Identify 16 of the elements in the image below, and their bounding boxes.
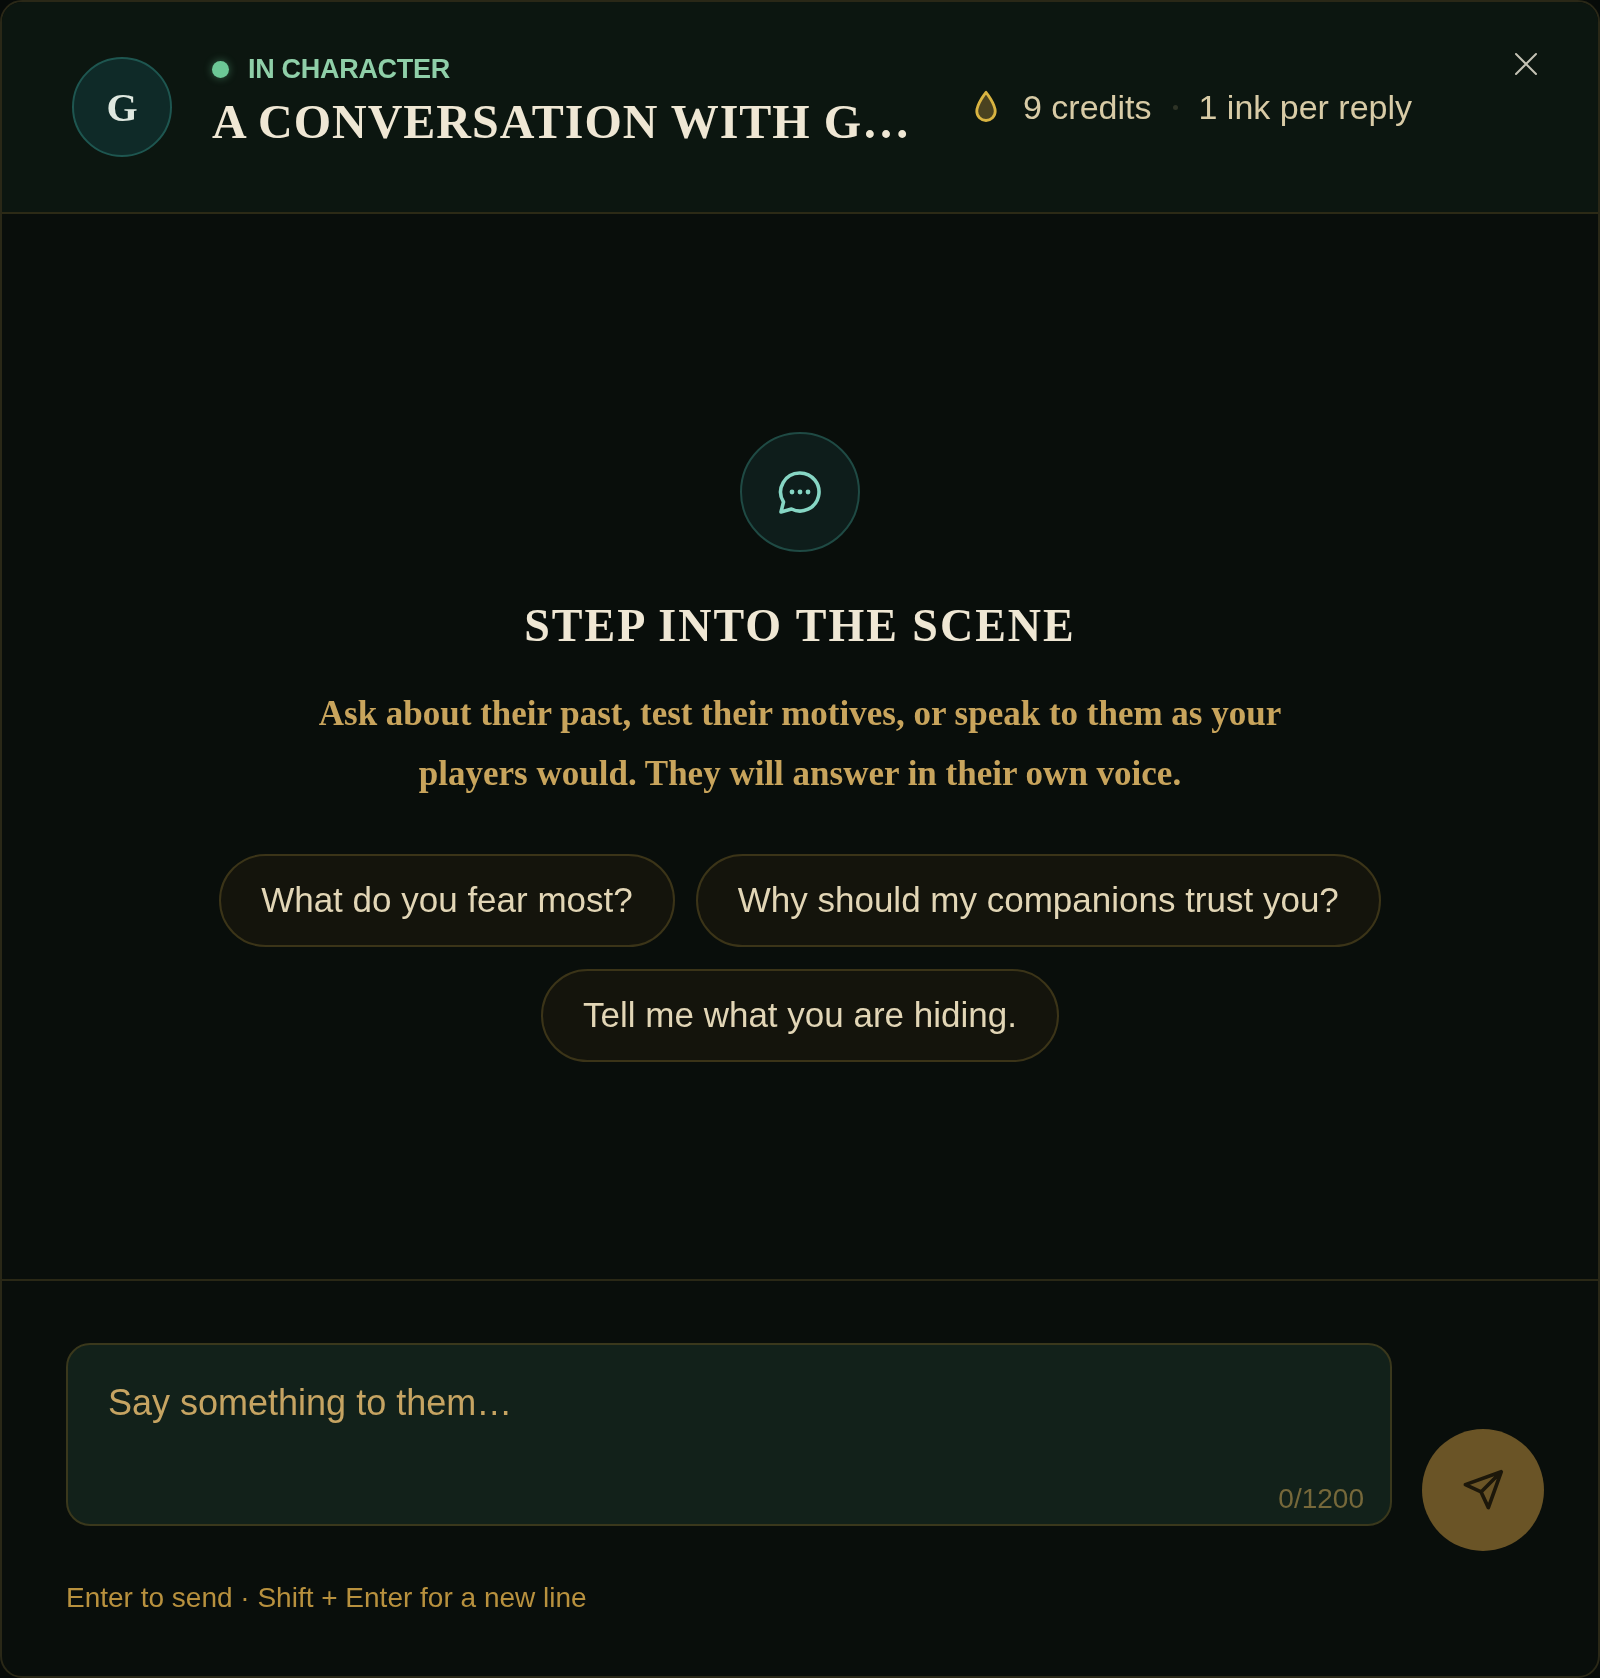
conversation-title: A CONVERSATION WITH G…: [212, 94, 911, 150]
credits-count: 9 credits: [1023, 87, 1152, 127]
drop-icon: [973, 89, 999, 125]
close-icon: [1514, 52, 1538, 76]
empty-state-title: STEP INTO THE SCENE: [524, 598, 1076, 653]
keyboard-hint: Enter to send · Shift + Enter for a new line: [66, 1581, 587, 1615]
cost-label: 1 ink per reply: [1198, 87, 1413, 127]
separator-dot-icon: [1172, 104, 1178, 110]
suggestion-chip[interactable]: What do you fear most?: [219, 853, 675, 947]
chat-bubble-icon: [740, 431, 860, 552]
empty-state-description: Ask about their past, test their motives, or speak to them as your players would. They will answer in their own voice.: [317, 692, 1283, 795]
suggestion-chip[interactable]: Why should my companions trust you?: [695, 853, 1381, 947]
status-label: IN CHARACTER: [248, 53, 450, 85]
character-counter: 0/1200: [1278, 1482, 1364, 1516]
suggestion-chip[interactable]: Tell me what you are hiding.: [541, 968, 1059, 1062]
avatar: G: [72, 57, 172, 157]
